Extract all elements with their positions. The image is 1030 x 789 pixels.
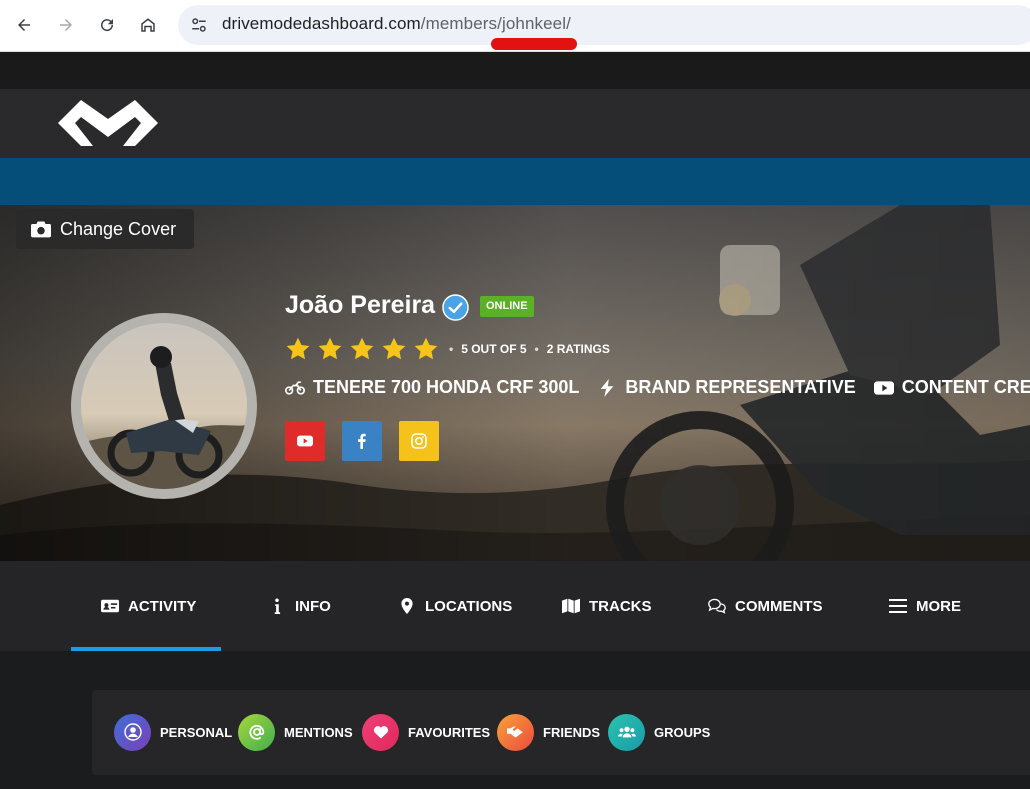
- subnav-label: FAVOURITES: [408, 724, 491, 740]
- tab-more[interactable]: MORE: [889, 561, 961, 651]
- tag-brand-rep: BRAND REPRESENTATIVE: [597, 377, 856, 398]
- star-icon: [414, 337, 438, 360]
- tab-info[interactable]: INFO: [268, 561, 331, 651]
- subnav-groups[interactable]: GROUPS: [608, 713, 710, 751]
- url-path: /members/johnkeel/: [420, 14, 571, 33]
- avatar[interactable]: [71, 313, 257, 499]
- social-links: [285, 421, 439, 461]
- subnav-friends[interactable]: FRIENDS: [497, 713, 600, 751]
- group-icon: [608, 713, 645, 751]
- address-bar[interactable]: drivemodedashboard.com/members/johnkeel/: [178, 5, 1030, 45]
- subnav-label: GROUPS: [654, 724, 711, 740]
- star-icon: [382, 337, 406, 360]
- id-card-icon: [101, 599, 119, 613]
- site-settings-icon[interactable]: [190, 16, 208, 34]
- site-header: [0, 89, 1030, 158]
- profile-cover: Change Cover João Pereira ONLINE • 5 OUT…: [0, 205, 1030, 561]
- star-icon: [318, 337, 342, 360]
- rating-info: • 5 OUT OF 5 • 2 RATINGS: [449, 342, 610, 356]
- avatar-photo: [81, 323, 247, 489]
- tag-bikes: TENERE 700 HONDA CRF 300L: [285, 377, 579, 398]
- tab-activity[interactable]: ACTIVITY: [101, 561, 196, 651]
- camera-icon: [31, 221, 51, 238]
- tag-label: TENERE 700 HONDA CRF 300L: [313, 377, 580, 397]
- reload-button[interactable]: [92, 10, 122, 40]
- tab-label: COMMENTS: [735, 597, 823, 615]
- youtube-button[interactable]: [285, 421, 325, 461]
- star-icon: [286, 337, 310, 360]
- subnav-label: PERSONAL: [160, 724, 233, 740]
- site-topbar: [0, 52, 1030, 89]
- activity-subnav: PERSONAL MENTIONS FAVOURITES FRIENDS GRO…: [92, 690, 1030, 775]
- profile-nav: ACTIVITY INFO LOCATIONS TRACKS COMMENTS …: [0, 561, 1030, 651]
- profile-tags: TENERE 700 HONDA CRF 300L BRAND REPRESEN…: [285, 377, 1030, 398]
- tag-label: CONTENT CREATOR: [901, 377, 1030, 397]
- tab-label: ACTIVITY: [128, 597, 197, 615]
- logo-icon[interactable]: [55, 97, 161, 149]
- motorcycle-icon: [285, 380, 305, 395]
- tab-locations[interactable]: LOCATIONS: [398, 561, 512, 651]
- instagram-icon: [411, 433, 427, 449]
- url-text: drivemodedashboard.com/members/johnkeel/: [222, 14, 571, 34]
- comments-icon: [708, 598, 726, 614]
- status-badge: ONLINE: [480, 296, 534, 317]
- subnav-mentions[interactable]: MENTIONS: [238, 713, 353, 751]
- map-icon: [562, 598, 580, 614]
- at-icon: [238, 713, 275, 751]
- youtube-icon: [873, 380, 894, 395]
- arrow-right-icon: [60, 19, 72, 31]
- tab-label: MORE: [916, 597, 961, 615]
- tag-label: BRAND REPRESENTATIVE: [625, 377, 856, 397]
- profile-name: João Pereira: [285, 291, 436, 319]
- tag-content-creator: CONTENT CREATOR: [873, 377, 1030, 398]
- subnav-label: MENTIONS: [284, 724, 353, 740]
- browser-toolbar: drivemodedashboard.com/members/johnkeel/: [0, 0, 1030, 52]
- subnav-personal[interactable]: PERSONAL: [114, 713, 232, 751]
- header-band: [0, 158, 1030, 205]
- info-icon: [274, 598, 281, 614]
- highlight-underline: [491, 38, 577, 50]
- ratings-count: 2 RATINGS: [546, 342, 610, 356]
- user-icon: [114, 713, 151, 751]
- home-button[interactable]: [133, 10, 163, 40]
- star-icon: [350, 337, 374, 360]
- menu-icon: [889, 599, 907, 613]
- bolt-icon: [601, 378, 614, 397]
- facebook-icon: [358, 433, 366, 449]
- url-domain: drivemodedashboard.com: [222, 14, 421, 33]
- change-cover-button[interactable]: Change Cover: [16, 209, 194, 249]
- tab-label: TRACKS: [589, 597, 652, 615]
- tab-tracks[interactable]: TRACKS: [562, 561, 652, 651]
- tab-label: INFO: [295, 597, 331, 615]
- youtube-icon: [297, 435, 313, 447]
- subnav-favourites[interactable]: FAVOURITES: [362, 713, 490, 751]
- rating-stars: [285, 336, 439, 362]
- home-icon: [141, 18, 155, 32]
- instagram-button[interactable]: [399, 421, 439, 461]
- handshake-icon: [497, 713, 534, 751]
- heart-icon: [362, 713, 399, 751]
- map-pin-icon: [401, 598, 413, 614]
- back-button[interactable]: [9, 10, 39, 40]
- subnav-label: FRIENDS: [543, 724, 601, 740]
- reload-icon: [101, 19, 114, 32]
- verified-icon: [442, 294, 469, 321]
- arrow-left-icon: [18, 19, 30, 31]
- rating-text: 5 OUT OF 5: [461, 342, 527, 356]
- change-cover-label: Change Cover: [60, 218, 177, 239]
- facebook-button[interactable]: [342, 421, 382, 461]
- tab-label: LOCATIONS: [425, 597, 513, 615]
- forward-button[interactable]: [51, 10, 81, 40]
- tab-comments[interactable]: COMMENTS: [708, 561, 823, 651]
